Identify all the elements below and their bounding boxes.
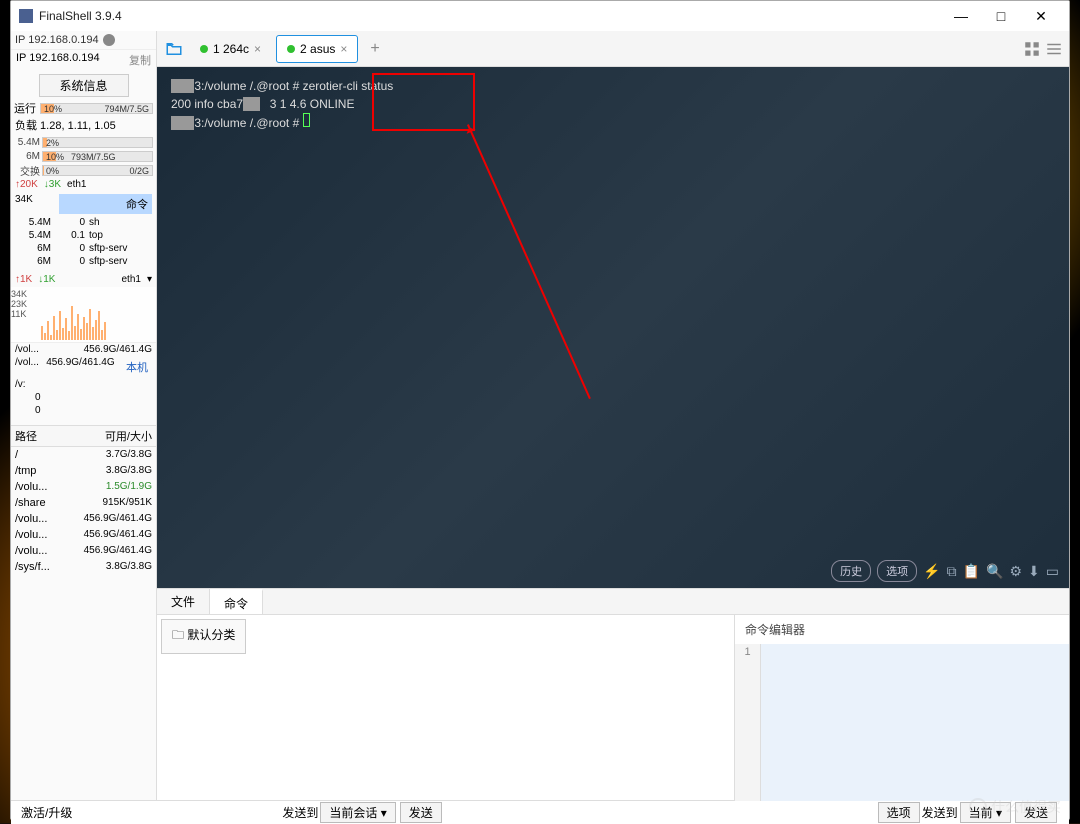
annotation-arrow: [467, 124, 591, 399]
path-row[interactable]: /share915K/951K: [11, 495, 156, 511]
close-tab-icon[interactable]: ×: [340, 42, 347, 56]
path-row[interactable]: /3.7G/3.8G: [11, 447, 156, 463]
close-button[interactable]: ✕: [1021, 2, 1061, 30]
session-dropdown[interactable]: 当前会话 ▾: [320, 802, 395, 823]
mic-icon[interactable]: [103, 34, 115, 46]
statusbar: 激活/升级 发送到 当前会话 ▾ 发送 选项 发送到 当前 ▾ 发送: [11, 800, 1069, 824]
local-link[interactable]: 本机: [122, 357, 152, 377]
cmd-header[interactable]: 命令: [59, 194, 152, 214]
titlebar: FinalShell 3.9.4 — □ ✕: [11, 1, 1069, 31]
path-row[interactable]: /volu...1.5G/1.9G: [11, 479, 156, 495]
command-editor[interactable]: 1: [735, 644, 1069, 801]
sidebar-ip-short: IP 192.168.0.194: [15, 34, 99, 46]
line-number: 1: [735, 644, 761, 801]
path-row[interactable]: /volu...456.9G/461.4G: [11, 543, 156, 559]
folder-icon: 🗀: [172, 628, 184, 642]
send-button[interactable]: 发送: [400, 802, 442, 823]
sidebar-ip: IP 192.168.0.194: [16, 52, 100, 68]
process-row[interactable]: 5.4M0.1top: [11, 229, 156, 242]
process-row[interactable]: 6M0sftp-serv: [11, 242, 156, 255]
minimize-button[interactable]: —: [941, 2, 981, 30]
path-row[interactable]: /tmp3.8G/3.8G: [11, 463, 156, 479]
gear-icon[interactable]: ⚙: [1009, 563, 1022, 580]
bottom-panel: 🗀 默认分类 命令编辑器 1: [157, 614, 1069, 800]
path-row[interactable]: /volu...456.9G/461.4G: [11, 527, 156, 543]
runtime-label: 运行: [14, 100, 36, 116]
tab-files[interactable]: 文件: [157, 589, 210, 614]
copy-icon[interactable]: ⧉: [947, 563, 957, 580]
annotation-box: [372, 73, 475, 131]
command-editor-title: 命令编辑器: [735, 615, 1069, 644]
history-button[interactable]: 历史: [831, 560, 871, 582]
network-chart: 34K 23K 11K: [11, 287, 156, 343]
window-title: FinalShell 3.9.4: [39, 9, 941, 23]
bottom-tabs: 文件 命令: [157, 588, 1069, 614]
system-info-button[interactable]: 系统信息: [39, 74, 129, 97]
code-area[interactable]: [761, 644, 1069, 801]
download-icon[interactable]: ⬇: [1028, 563, 1040, 580]
paste-icon[interactable]: 📋: [963, 563, 980, 580]
terminal-footer: 历史 选项 ⚡ ⧉ 📋 🔍 ⚙ ⬇ ▭: [831, 560, 1059, 582]
session-tab-2[interactable]: 2 asus ×: [276, 35, 358, 63]
watermark: 什么值得买: [969, 797, 1061, 817]
app-icon: [19, 9, 33, 23]
load-avg: 负载 1.28, 1.11, 1.05: [11, 115, 156, 135]
tab-commands[interactable]: 命令: [210, 589, 263, 614]
grid-view-icon[interactable]: [1023, 40, 1041, 58]
terminal[interactable]: 3:/volume /.@root # zerotier-cli status …: [157, 67, 1069, 588]
activate-link[interactable]: 激活/升级: [21, 804, 72, 821]
watermark-icon: [969, 798, 987, 816]
chevron-down-icon[interactable]: ▾: [147, 274, 152, 285]
copy-link[interactable]: 复制: [129, 52, 151, 68]
fullscreen-icon[interactable]: ▭: [1046, 563, 1059, 580]
default-category-button[interactable]: 🗀 默认分类: [161, 619, 246, 654]
options-button-2[interactable]: 选项: [878, 802, 920, 823]
menu-icon[interactable]: [1045, 40, 1063, 58]
status-dot-icon: [287, 45, 295, 53]
app-window: FinalShell 3.9.4 — □ ✕ IP 192.168.0.194 …: [10, 0, 1070, 820]
process-row[interactable]: 6M0sftp-serv: [11, 255, 156, 268]
path-row[interactable]: /volu...456.9G/461.4G: [11, 511, 156, 527]
new-tab-button[interactable]: +: [362, 40, 387, 58]
status-dot-icon: [200, 45, 208, 53]
path-table-header: 路径可用/大小: [11, 425, 156, 447]
folder-open-icon[interactable]: [163, 40, 185, 58]
session-tab-1[interactable]: 1 264c ×: [189, 35, 272, 63]
sidebar: IP 192.168.0.194 IP 192.168.0.194 复制 系统信…: [11, 31, 157, 800]
path-row[interactable]: /sys/f...3.8G/3.8G: [11, 559, 156, 575]
bolt-icon[interactable]: ⚡: [923, 563, 940, 580]
options-button[interactable]: 选项: [877, 560, 917, 582]
process-row[interactable]: 5.4M0sh: [11, 216, 156, 229]
close-tab-icon[interactable]: ×: [254, 42, 261, 56]
maximize-button[interactable]: □: [981, 2, 1021, 30]
toolbar: 1 264c × 2 asus × +: [157, 31, 1069, 67]
search-icon[interactable]: 🔍: [986, 563, 1003, 580]
cursor-icon: [303, 113, 310, 127]
